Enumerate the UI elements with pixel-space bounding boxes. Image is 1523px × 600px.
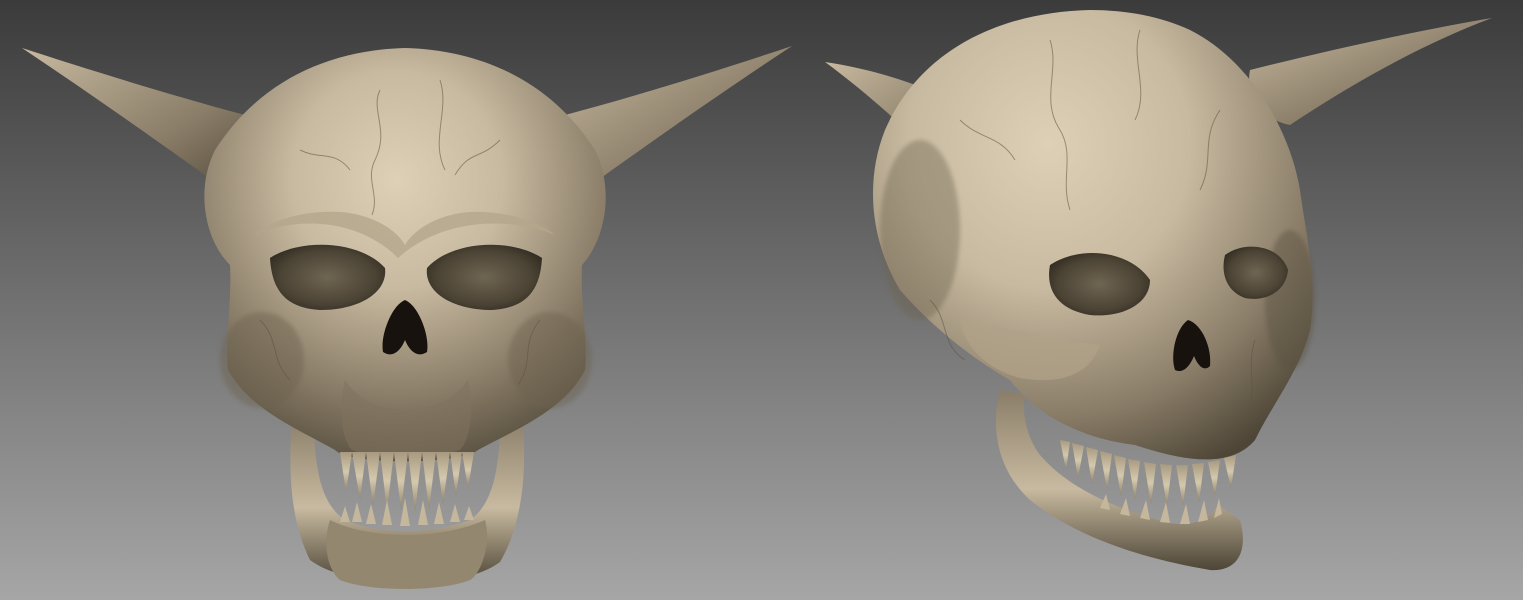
render-viewport <box>0 0 1523 600</box>
render-canvas <box>0 0 1523 600</box>
